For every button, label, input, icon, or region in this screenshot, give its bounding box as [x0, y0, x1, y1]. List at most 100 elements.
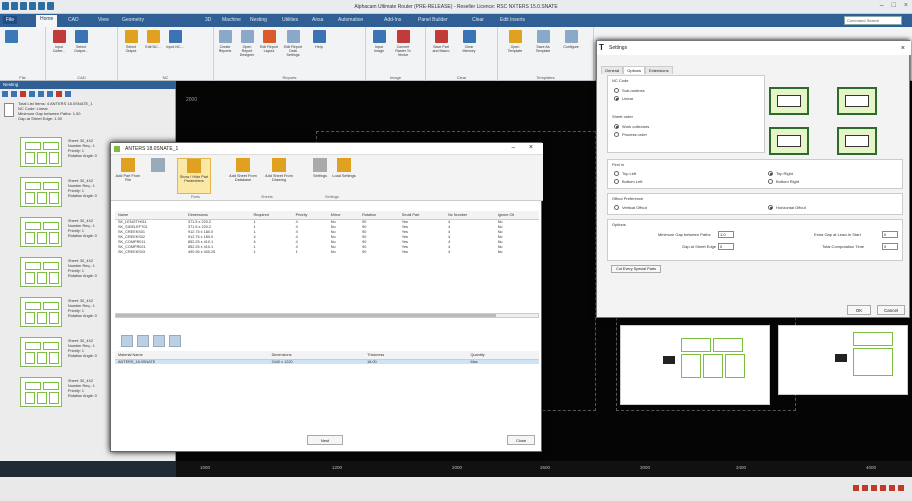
cancel-button[interactable]: Cancel: [877, 305, 905, 315]
extra-gap-input[interactable]: 0: [882, 231, 898, 238]
radio-bottom-right[interactable]: [768, 179, 773, 184]
table-row[interactable]: ANTERS_18.0SNATE 2440 x 1220 18.00 Max: [115, 359, 539, 364]
radio-vertical-offcut[interactable]: [614, 205, 619, 210]
delete-sheet-icon[interactable]: [169, 335, 181, 347]
stop-icon[interactable]: [56, 91, 62, 97]
edit-nc-button[interactable]: Edit NC...: [144, 30, 162, 49]
select-output-button[interactable]: Select Output...: [72, 30, 90, 53]
create-reports-button[interactable]: Create Reports: [216, 30, 234, 53]
edit-icon[interactable]: [153, 335, 165, 347]
tab-home[interactable]: Home: [36, 15, 58, 27]
clear-memory-button[interactable]: Clear Memory: [460, 30, 478, 53]
add-part-from-file-button[interactable]: Add Part From File: [115, 158, 141, 182]
settings-button[interactable]: Settings: [307, 158, 333, 178]
tray-icon[interactable]: [898, 485, 904, 491]
column-header[interactable]: Required: [250, 211, 293, 220]
tab-3d[interactable]: 3D: [205, 17, 211, 23]
tool-icon[interactable]: [38, 91, 44, 97]
radio-work-collectors[interactable]: [614, 124, 619, 129]
tray-icon[interactable]: [880, 485, 886, 491]
column-header[interactable]: Nc Number: [445, 211, 495, 220]
radio-process-order[interactable]: [614, 132, 619, 137]
convert-raster-button[interactable]: Convert Raster To Vector: [394, 30, 412, 57]
tab-machine[interactable]: Machine: [222, 17, 241, 23]
command-search-input[interactable]: Command Search: [844, 16, 902, 25]
tab-edit-inserts[interactable]: Edit Inserts: [500, 17, 525, 23]
column-header[interactable]: Small Part: [398, 211, 446, 220]
open-template-button[interactable]: Open Template: [506, 30, 524, 53]
close-icon[interactable]: ×: [904, 2, 908, 9]
table-row[interactable]: SK_CREEKS03 490.35 x 400.25 1 1 No 90 Yes 4 No: [115, 249, 539, 254]
radio-subroutines[interactable]: [614, 88, 619, 93]
tab-file[interactable]: File: [3, 16, 18, 24]
minimize-icon[interactable]: –: [512, 145, 515, 151]
tray-icon[interactable]: [871, 485, 877, 491]
tab-cad[interactable]: CAD: [68, 17, 79, 23]
radio-top-right[interactable]: [768, 171, 773, 176]
tab-extensions[interactable]: Extensions: [645, 66, 673, 74]
help-button[interactable]: Help: [310, 30, 328, 49]
close-button[interactable]: Close: [507, 435, 535, 445]
column-header[interactable]: Material Name: [115, 351, 269, 360]
tab-general[interactable]: General: [601, 66, 624, 74]
edit-report-layout-button[interactable]: Edit Report Layout: [260, 30, 278, 53]
delete-icon[interactable]: [20, 91, 26, 97]
radio-linear[interactable]: [614, 96, 619, 101]
column-header[interactable]: Dimensions: [268, 351, 365, 360]
add-sheet-from-database-button[interactable]: Add Sheet From Database: [227, 158, 259, 182]
tool-icon[interactable]: [29, 91, 35, 97]
save-as-template-button[interactable]: Save As Template: [534, 30, 552, 53]
ribbon-button-new[interactable]: [2, 30, 20, 43]
column-header[interactable]: Priority: [292, 211, 328, 220]
total-time-input[interactable]: 0: [882, 243, 898, 250]
nest-button[interactable]: Nest: [307, 435, 343, 445]
column-header[interactable]: [446, 351, 468, 360]
tool-icon[interactable]: [2, 91, 8, 97]
tab-add-ins[interactable]: Add-Ins: [384, 17, 401, 23]
tab-panel-builder[interactable]: Panel Builder: [418, 17, 448, 23]
ok-button[interactable]: OK: [847, 305, 871, 315]
column-header[interactable]: Mirror: [327, 211, 360, 220]
radio-bottom-left[interactable]: [614, 179, 619, 184]
tray-icon[interactable]: [889, 485, 895, 491]
add-sheet-from-drawing-button[interactable]: Add Sheet From Drawing: [263, 158, 295, 182]
open-report-designer-button[interactable]: Open Report Designer: [238, 30, 256, 57]
column-header[interactable]: Thickness: [364, 351, 447, 360]
configure-button[interactable]: Configure: [562, 30, 580, 49]
input-image-button[interactable]: Input Image: [370, 30, 388, 53]
maximize-icon[interactable]: □: [892, 2, 896, 9]
scroll-thumb[interactable]: [116, 314, 496, 317]
tray-icon[interactable]: [862, 485, 868, 491]
edit-report-data-button[interactable]: Edit Report Data Settings: [284, 30, 302, 57]
tab-nesting[interactable]: Nesting: [250, 17, 267, 23]
tab-automation[interactable]: Automation: [338, 17, 363, 23]
cut-special-parts-checkbox[interactable]: Cut Every Special Parts: [611, 265, 661, 273]
parts-scrollbar[interactable]: [115, 313, 539, 318]
radio-top-left[interactable]: [614, 171, 619, 176]
tool-icon[interactable]: [47, 91, 53, 97]
show-hide-part-parameters-button[interactable]: Show / Hide Part Parameters: [177, 158, 211, 194]
tab-ansa[interactable]: Ansa: [312, 17, 323, 23]
column-header[interactable]: Dimensions: [185, 211, 251, 220]
column-header[interactable]: Rotation: [359, 211, 399, 220]
close-icon[interactable]: ×: [529, 144, 533, 151]
tray-icon[interactable]: [853, 485, 859, 491]
column-header[interactable]: Quantity: [467, 351, 539, 360]
tab-clear[interactable]: Clear: [472, 17, 484, 23]
move-up-icon[interactable]: [121, 335, 133, 347]
tool-icon[interactable]: [11, 91, 17, 97]
close-icon[interactable]: ×: [901, 45, 905, 52]
save-part-macro-button[interactable]: Save Part and Macro: [432, 30, 450, 53]
radio-horizontal-offcut[interactable]: [768, 205, 773, 210]
tab-options[interactable]: Options: [623, 66, 646, 74]
column-header[interactable]: Name: [115, 211, 185, 220]
tab-geometry[interactable]: Geometry: [122, 17, 144, 23]
min-gap-input[interactable]: 1.0: [718, 231, 734, 238]
column-header[interactable]: Ignore Oll: [494, 211, 539, 220]
tool-icon[interactable]: [65, 91, 71, 97]
grid-button[interactable]: [145, 158, 171, 174]
gap-edge-input[interactable]: 0: [718, 243, 734, 250]
tab-utilities[interactable]: Utilities: [282, 17, 298, 23]
minimize-icon[interactable]: –: [880, 2, 884, 9]
input-cutter-button[interactable]: Input Cutter...: [50, 30, 68, 53]
